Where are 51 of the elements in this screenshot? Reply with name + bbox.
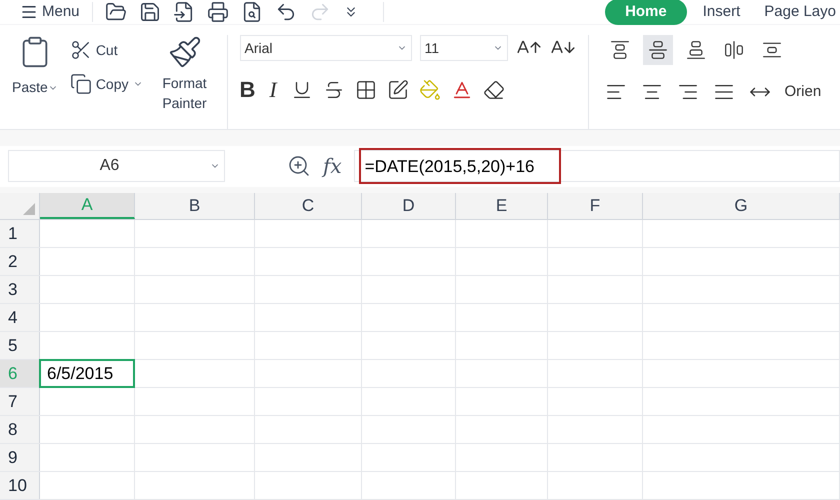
row-header[interactable]: 4 (0, 304, 40, 331)
column-header[interactable]: E (456, 193, 548, 219)
align-icon (762, 40, 782, 60)
orientation-button[interactable]: Orien (784, 81, 822, 104)
column-header[interactable]: C (255, 193, 362, 219)
bold-button[interactable]: B (240, 73, 256, 106)
row-header[interactable]: 9 (0, 444, 40, 471)
row-header[interactable]: 8 (0, 416, 40, 443)
menu-button[interactable]: Menu (0, 0, 92, 24)
align-icon (686, 40, 706, 60)
alignment-button[interactable] (642, 35, 672, 65)
print-icon[interactable] (206, 1, 229, 23)
zoom-icon[interactable] (287, 154, 311, 178)
column-header[interactable]: B (135, 193, 255, 219)
table-cell[interactable]: 6/5/2015 (39, 359, 135, 388)
function-icon[interactable]: fx (323, 151, 342, 182)
align-icon (724, 40, 744, 60)
formula-field[interactable]: =DATE(2015,5,20)+16 (354, 150, 840, 182)
column-header[interactable]: D (362, 193, 456, 219)
copy-icon (70, 73, 92, 95)
save-icon[interactable] (138, 1, 161, 23)
brush-icon (168, 35, 202, 69)
format-painter-button[interactable]: Format Painter (154, 35, 214, 130)
row-header[interactable]: 1 (0, 220, 40, 247)
align-icon (648, 40, 668, 60)
import-icon[interactable] (172, 1, 195, 23)
row-header[interactable]: 7 (0, 388, 40, 415)
menu-icon (20, 3, 38, 21)
font-family-field[interactable]: Arial (240, 35, 412, 61)
column-header[interactable]: F (548, 193, 643, 219)
borders-icon[interactable] (354, 78, 377, 100)
ribbon-tab[interactable]: Page Layo (756, 0, 840, 24)
scissors-icon (70, 39, 92, 61)
row-header[interactable]: 2 (0, 248, 40, 275)
name-box[interactable]: A6 (8, 150, 225, 182)
align-icon (610, 40, 630, 60)
row-header[interactable]: 10 (0, 472, 40, 499)
formula-text: =DATE(2015,5,20)+16 (358, 148, 561, 184)
ribbon-tab[interactable]: Insert (694, 0, 748, 24)
copy-button[interactable]: Copy (70, 73, 142, 95)
column-header[interactable]: G (643, 193, 840, 219)
paste-button[interactable]: Paste (12, 77, 58, 98)
row-header[interactable]: 5 (0, 332, 40, 359)
cell-style-icon[interactable] (386, 78, 409, 100)
cut-button[interactable]: Cut (70, 39, 142, 61)
eraser-icon[interactable] (482, 78, 505, 100)
folder-icon[interactable] (104, 1, 127, 23)
italic-button[interactable]: I (265, 73, 281, 106)
font-size-field[interactable]: 11 (420, 35, 508, 61)
fill-color-icon[interactable] (418, 78, 441, 100)
row-header[interactable]: 3 (0, 276, 40, 303)
